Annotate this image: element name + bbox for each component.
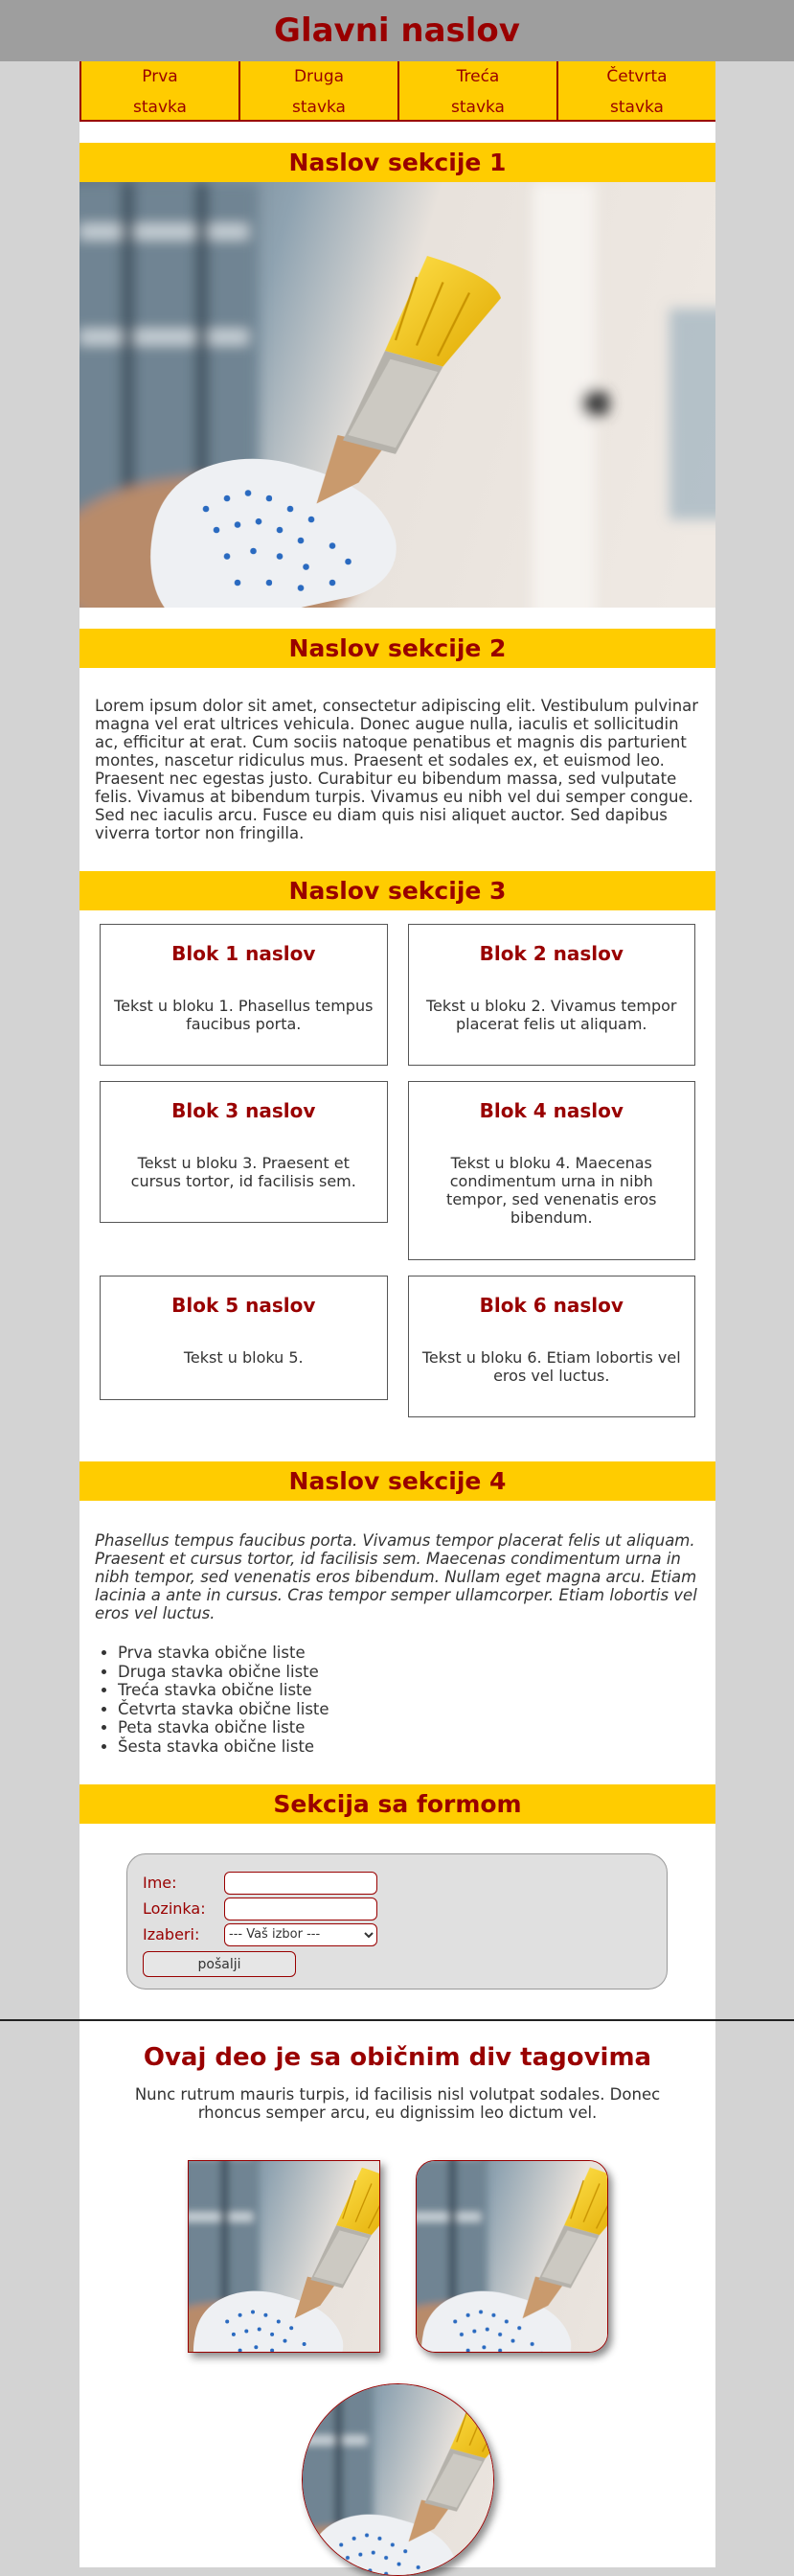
block-4: Blok 4 naslov Tekst u bloku 4. Maecenas … [407, 1081, 695, 1260]
form-section-title: Sekcija sa formom [79, 1784, 715, 1824]
paintbrush-thumb-image [189, 2161, 380, 2353]
form-section: Sekcija sa formom Ime: Lozinka: Izaberi:… [79, 1784, 715, 2019]
section-1: Naslov sekcije 1 [79, 143, 715, 608]
section-2-title: Naslov sekcije 2 [79, 629, 715, 668]
nav-item-label: Druga [293, 67, 345, 86]
section-4-title: Naslov sekcije 4 [79, 1461, 715, 1501]
block-text: Tekst u bloku 3. Praesent et cursus tort… [130, 1154, 356, 1190]
submit-button[interactable]: pošalji [143, 1951, 296, 1977]
password-input[interactable] [224, 1897, 377, 1920]
select-label: Izaberi: [143, 1925, 200, 1944]
block-text: Tekst u bloku 2. Vivamus tempor placerat… [425, 997, 677, 1033]
nav-item-label: Četvrta [606, 67, 668, 86]
nav-item-label: stavka [451, 98, 505, 117]
hero-image [79, 182, 715, 608]
paintbrush-photo [79, 182, 715, 608]
div-section-text: Nunc rutrum mauris turpis, id facilisis … [134, 2085, 661, 2122]
nav-item-label: Treća [456, 67, 500, 86]
list-item: Peta stavka obične liste [118, 1718, 715, 1737]
select-row: Izaberi: --- Vaš izbor --- [143, 1921, 667, 1947]
block-1: Blok 1 naslov Tekst u bloku 1. Phasellus… [100, 924, 388, 1066]
nav-item-cetvrta[interactable]: Četvrta stavka [558, 61, 715, 122]
nav-item-label: stavka [610, 98, 664, 117]
list-item: Šesta stavka obične liste [118, 1737, 715, 1757]
section-4-italic-text: Phasellus tempus faucibus porta. Vivamus… [95, 1531, 697, 1622]
page-container: Prva stavka Druga stavka Treća stavka Če… [0, 61, 794, 2576]
div-section-title: Ovaj deo je sa običnim div tagovima [143, 2043, 652, 2072]
paintbrush-thumb-image [417, 2161, 608, 2353]
block-title: Blok 1 naslov [171, 942, 316, 965]
block-text: Tekst u bloku 5. [183, 1348, 304, 1367]
choice-select[interactable]: --- Vaš izbor --- [224, 1922, 377, 1946]
name-input[interactable] [224, 1871, 377, 1895]
main-nav: Prva stavka Druga stavka Treća stavka Če… [79, 61, 715, 122]
name-row: Ime: [143, 1870, 667, 1896]
nav-item-prva[interactable]: Prva stavka [79, 61, 240, 122]
circle-thumbnail-wrap [79, 2383, 715, 2576]
block-title: Blok 5 naslov [171, 1294, 316, 1317]
square-thumbnail [187, 2160, 380, 2353]
block-text: Tekst u bloku 4. Maecenas condimentum ur… [446, 1154, 657, 1227]
list-item: Druga stavka obične liste [118, 1663, 715, 1682]
plain-list: Prva stavka obične liste Druga stavka ob… [79, 1644, 715, 1756]
block-5: Blok 5 naslov Tekst u bloku 5. [100, 1276, 388, 1400]
div-section: Ovaj deo je sa običnim div tagovima Nunc… [79, 2021, 715, 2576]
block-title: Blok 4 naslov [479, 1099, 624, 1122]
nav-item-label: stavka [133, 98, 187, 117]
blocks-grid: Blok 1 naslov Tekst u bloku 1. Phasellus… [79, 910, 715, 1461]
section-1-title: Naslov sekcije 1 [79, 143, 715, 182]
block-title: Blok 3 naslov [171, 1099, 316, 1122]
rounded-thumbnail [415, 2160, 608, 2353]
block-3: Blok 3 naslov Tekst u bloku 3. Praesent … [100, 1081, 388, 1223]
section-3-title: Naslov sekcije 3 [79, 871, 715, 910]
nav-item-druga[interactable]: Druga stavka [240, 61, 399, 122]
block-6: Blok 6 naslov Tekst u bloku 6. Etiam lob… [407, 1276, 695, 1417]
section-4: Naslov sekcije 4 Phasellus tempus faucib… [79, 1461, 715, 1756]
nav-item-label: stavka [292, 98, 346, 117]
form-box: Ime: Lozinka: Izaberi: --- Vaš izbor ---… [126, 1853, 668, 1990]
block-text: Tekst u bloku 6. Etiam lobortis vel eros… [421, 1348, 681, 1385]
paintbrush-thumb-image [303, 2384, 494, 2576]
password-row: Lozinka: [143, 1896, 667, 1921]
name-label: Ime: [143, 1874, 177, 1892]
thumbnail-row [79, 2160, 715, 2353]
list-item: Četvrta stavka obične liste [118, 1700, 715, 1719]
circle-thumbnail [301, 2383, 494, 2576]
block-title: Blok 2 naslov [479, 942, 624, 965]
list-item: Prva stavka obične liste [118, 1644, 715, 1663]
password-label: Lozinka: [143, 1899, 206, 1918]
form-area: Ime: Lozinka: Izaberi: --- Vaš izbor ---… [79, 1824, 715, 2019]
top-header: Glavni naslov [0, 0, 794, 61]
section-2-text: Lorem ipsum dolor sit amet, consectetur … [95, 697, 699, 842]
section-3: Naslov sekcije 3 Blok 1 naslov Tekst u b… [79, 871, 715, 1461]
block-title: Blok 6 naslov [479, 1294, 624, 1317]
main-title: Glavni naslov [274, 12, 520, 50]
block-text: Tekst u bloku 1. Phasellus tempus faucib… [114, 997, 374, 1033]
nav-item-label: Prva [142, 67, 178, 86]
section-2: Naslov sekcije 2 Lorem ipsum dolor sit a… [79, 629, 715, 871]
list-item: Treća stavka obične liste [118, 1681, 715, 1700]
block-2: Blok 2 naslov Tekst u bloku 2. Vivamus t… [407, 924, 695, 1066]
nav-item-treca[interactable]: Treća stavka [399, 61, 558, 122]
